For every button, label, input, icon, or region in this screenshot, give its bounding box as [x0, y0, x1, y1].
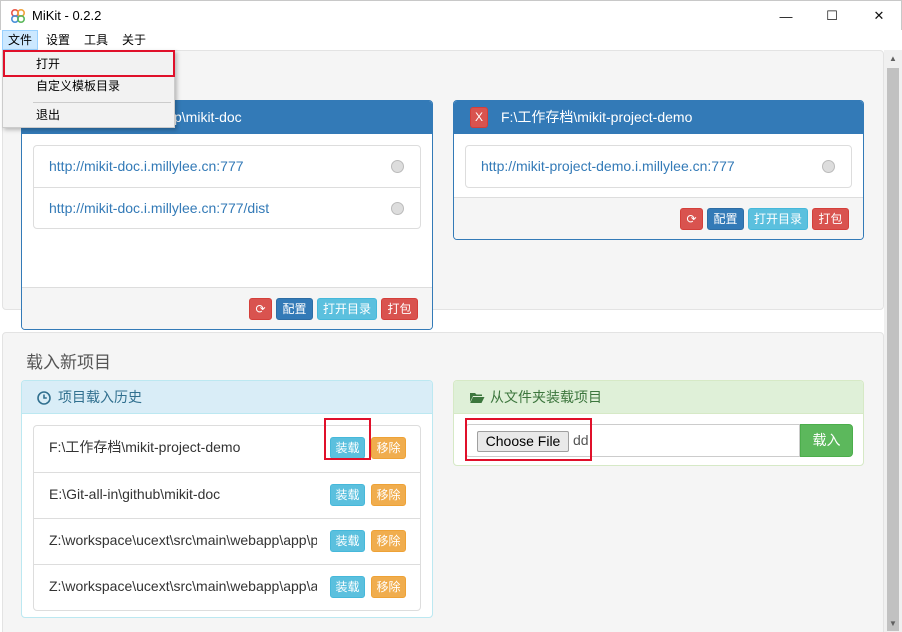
history-path: F:\工作存档\mikit-project-demo	[49, 439, 241, 455]
load-history-button[interactable]: 装载	[330, 576, 365, 598]
scroll-thumb[interactable]	[887, 68, 899, 631]
menu-about[interactable]: 关于	[117, 30, 151, 50]
url-radio[interactable]	[391, 202, 404, 215]
history-path: Z:\workspace\ucext\src\main\webapp\app\p	[49, 532, 317, 548]
window-title: MiKit - 0.2.2	[32, 8, 102, 23]
remove-history-button[interactable]: 移除	[371, 484, 406, 506]
scroll-down-icon[interactable]: ▼	[884, 615, 902, 632]
folder-open-icon	[470, 393, 485, 403]
close-window-button[interactable]: ✕	[856, 1, 902, 31]
project-path: p\mikit-doc	[174, 109, 242, 125]
url-link[interactable]: http://mikit-project-demo.i.millylee.cn:…	[481, 158, 735, 174]
minimize-button[interactable]: —	[763, 1, 809, 31]
menu-settings[interactable]: 设置	[41, 30, 75, 50]
project-panel-mikit-project-demo: X F:\工作存档\mikit-project-demo http://miki…	[453, 100, 864, 240]
url-radio[interactable]	[822, 160, 835, 173]
project-panel-mikit-doc: p\mikit-doc http://mikit-doc.i.millylee.…	[21, 100, 433, 330]
open-dir-button[interactable]: 打开目录	[317, 298, 377, 320]
list-item[interactable]: http://mikit-project-demo.i.millylee.cn:…	[466, 146, 851, 187]
app-logo-icon	[10, 8, 26, 24]
refresh-icon: ⟳	[255, 302, 266, 316]
history-title: 项目载入历史	[58, 389, 142, 405]
refresh-button[interactable]: ⟳	[249, 298, 272, 320]
project-panel-body: http://mikit-doc.i.millylee.cn:777 http:…	[22, 134, 432, 240]
project-panel-heading: X F:\工作存档\mikit-project-demo	[454, 101, 863, 134]
project-path: F:\工作存档\mikit-project-demo	[501, 109, 693, 125]
section-title: 载入新项目	[26, 353, 111, 372]
highlight-box-choose-file	[465, 418, 592, 461]
clock-icon	[37, 391, 51, 405]
pack-button[interactable]: 打包	[812, 208, 849, 230]
scroll-up-icon[interactable]: ▲	[884, 50, 902, 67]
open-dir-button[interactable]: 打开目录	[748, 208, 808, 230]
history-panel: 项目载入历史 F:\工作存档\mikit-project-demo 装载 移除 …	[21, 380, 433, 618]
url-radio[interactable]	[391, 160, 404, 173]
main-content: p\mikit-doc http://mikit-doc.i.millylee.…	[0, 50, 884, 632]
url-link[interactable]: http://mikit-doc.i.millylee.cn:777	[49, 158, 244, 174]
load-history-button[interactable]: 装载	[330, 484, 365, 506]
title-bar: MiKit - 0.2.2 — ☐ ✕	[0, 0, 902, 30]
history-path: E:\Git-all-in\github\mikit-doc	[49, 486, 221, 502]
url-list: http://mikit-doc.i.millylee.cn:777 http:…	[33, 145, 421, 229]
menu-bar: 文件 设置 工具 关于	[0, 30, 902, 50]
menu-tools[interactable]: 工具	[79, 30, 113, 50]
folder-panel-heading: 从文件夹装载项目	[454, 381, 863, 414]
history-panel-heading: 项目载入历史	[22, 381, 432, 414]
list-item: Z:\workspace\ucext\src\main\webapp\app\a…	[34, 564, 420, 610]
list-item: Z:\workspace\ucext\src\main\webapp\app\p…	[34, 518, 420, 564]
menu-item-exit[interactable]: 退出	[3, 104, 174, 126]
url-link[interactable]: http://mikit-doc.i.millylee.cn:777/dist	[49, 200, 269, 216]
history-path: Z:\workspace\ucext\src\main\webapp\app\a	[49, 578, 317, 594]
remove-project-button[interactable]: X	[470, 107, 488, 128]
minimize-icon: —	[779, 8, 793, 24]
remove-history-button[interactable]: 移除	[371, 576, 406, 598]
menu-item-custom-template-dir[interactable]: 自定义模板目录	[3, 75, 174, 97]
url-list: http://mikit-project-demo.i.millylee.cn:…	[465, 145, 852, 188]
folder-panel-title: 从文件夹装载项目	[490, 389, 602, 405]
submit-load-button[interactable]: 载入	[800, 424, 853, 457]
refresh-icon: ⟳	[686, 212, 697, 226]
pack-button[interactable]: 打包	[381, 298, 418, 320]
config-button[interactable]: 配置	[276, 298, 313, 320]
list-item: E:\Git-all-in\github\mikit-doc 装载 移除	[34, 472, 420, 518]
load-history-button[interactable]: 装载	[330, 530, 365, 552]
project-panel-footer: ⟳ 配置 打开目录 打包	[22, 287, 432, 329]
list-item[interactable]: http://mikit-doc.i.millylee.cn:777/dist	[34, 187, 420, 228]
list-item[interactable]: http://mikit-doc.i.millylee.cn:777	[34, 146, 420, 187]
config-button[interactable]: 配置	[707, 208, 744, 230]
remove-history-button[interactable]: 移除	[371, 530, 406, 552]
close-icon: ✕	[873, 8, 885, 23]
highlight-box-load-button	[324, 418, 371, 460]
highlight-box-open	[3, 50, 175, 77]
vertical-scrollbar[interactable]: ▲ ▼	[884, 50, 902, 632]
menu-separator	[33, 102, 171, 103]
maximize-button[interactable]: ☐	[809, 1, 855, 31]
remove-history-button[interactable]: 移除	[371, 437, 406, 459]
project-panel-footer: ⟳ 配置 打开目录 打包	[454, 197, 863, 239]
menu-file[interactable]: 文件	[2, 30, 39, 50]
refresh-button[interactable]: ⟳	[680, 208, 703, 230]
project-panel-body: http://mikit-project-demo.i.millylee.cn:…	[454, 134, 863, 199]
maximize-icon: ☐	[826, 8, 838, 23]
